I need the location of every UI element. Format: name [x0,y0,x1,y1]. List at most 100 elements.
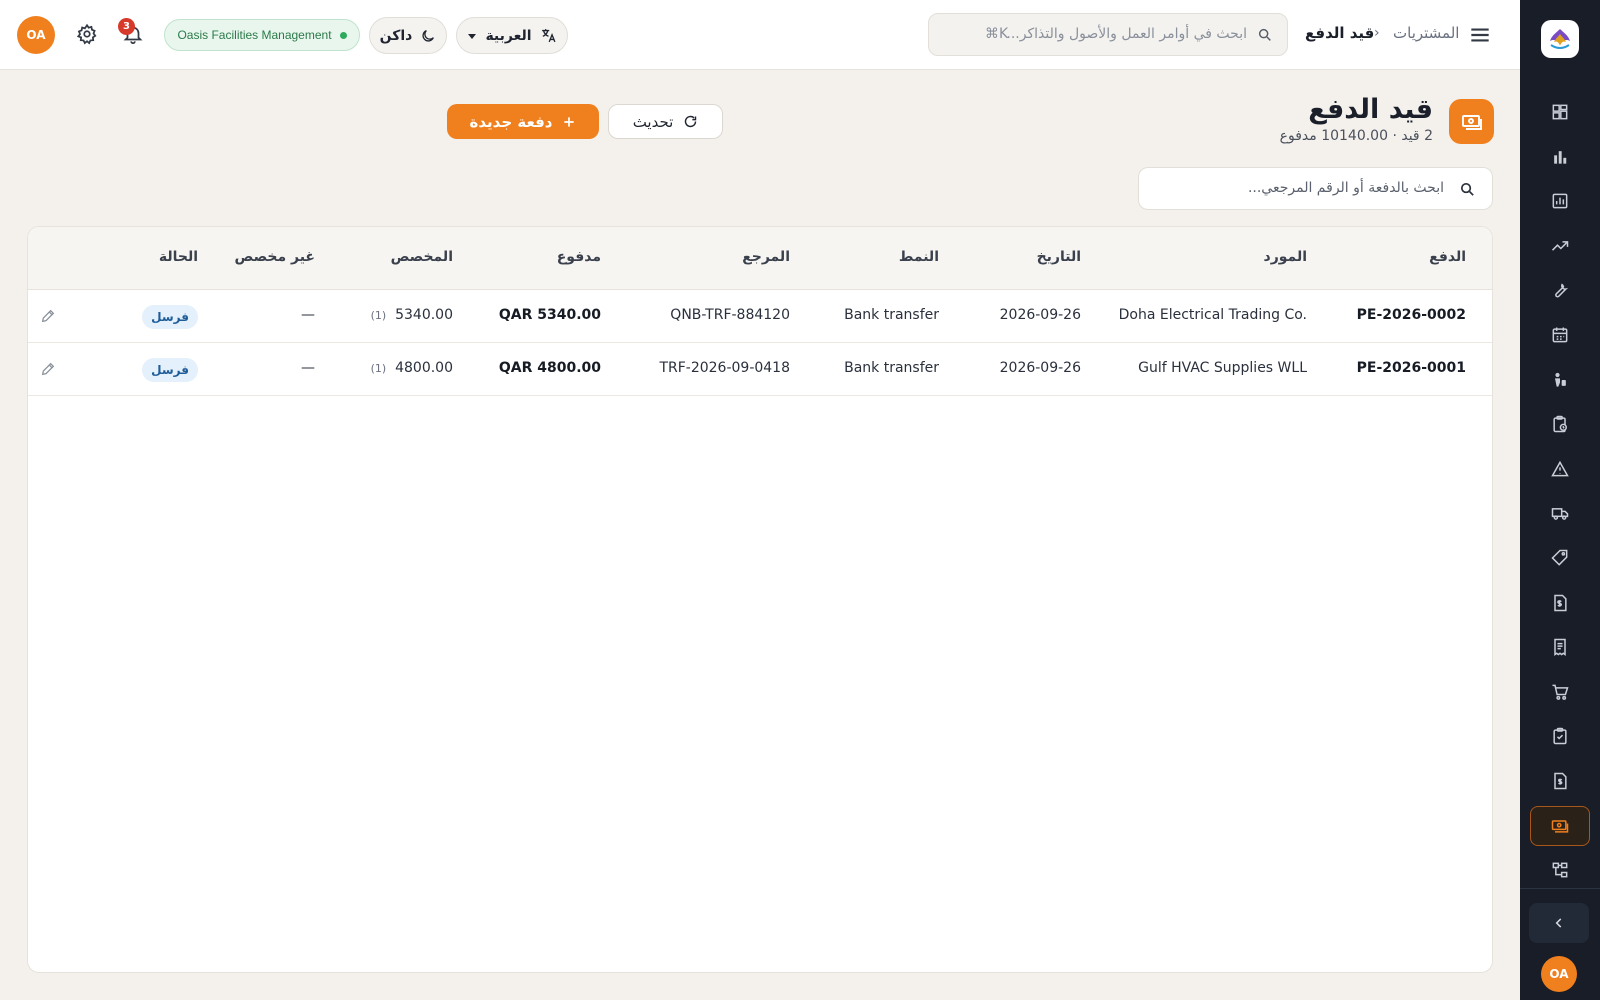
logo-icon [1550,29,1570,49]
invoice-icon [1554,594,1567,611]
flow-icon [1552,862,1568,878]
column-header-unallocated[interactable]: غير مخصص [234,249,315,265]
gear-icon [76,23,97,45]
column-header-status[interactable]: الحالة [159,249,198,265]
menu-button[interactable] [1467,22,1493,48]
breadcrumb-parent[interactable]: المشتريات [1393,24,1459,42]
pencil-icon [41,362,55,376]
allocated-amount: 5340.00 [395,307,453,323]
payments-table: الدفع المورد التاريخ النمط المرجع مدفوع … [27,226,1493,973]
column-header-mode[interactable]: النمط [899,249,939,265]
column-header-paid[interactable]: مدفوع [557,249,601,265]
cell-payment[interactable]: PE-2026-0001 [1357,360,1466,376]
app-logo[interactable] [1541,20,1579,58]
search-icon [1460,182,1474,196]
sidebar-item-workflows[interactable] [1530,850,1590,890]
refresh-label: تحديث [632,112,674,131]
refresh-button[interactable]: تحديث [608,104,723,139]
sidebar-item-payment-entries[interactable] [1530,805,1590,846]
sidebar-item-maintenance[interactable] [1530,270,1590,310]
cell-mode: Bank transfer [844,307,939,323]
sidebar-item-tags[interactable] [1530,538,1590,578]
technician-icon [1555,372,1566,387]
table-row[interactable]: PE-2026-0001 Gulf HVAC Supplies WLL 2026… [28,343,1492,396]
warning-icon [1551,460,1569,477]
column-header-supplier[interactable]: المورد [1264,249,1307,265]
refresh-icon [685,115,697,128]
cell-allocated: (1) 4800.00 [371,360,453,376]
payment-entry-icon [1551,819,1569,833]
cell-unallocated: — [301,360,315,376]
language-label: العربية [485,27,532,44]
column-header-payment[interactable]: الدفع [1429,249,1466,265]
sidebar-item-technicians[interactable] [1530,360,1590,400]
sidebar-nav [1530,92,1590,895]
organization-name: Oasis Facilities Management [177,28,332,42]
sidebar-item-reports[interactable] [1530,181,1590,221]
global-search-placeholder: ابحث في أوامر العمل والأصول والتذاكر... [1006,26,1247,42]
receipt-icon [1554,638,1566,657]
language-selector[interactable]: العربية [456,17,568,54]
allocation-count: (1) [370,309,387,322]
edit-button[interactable] [40,308,56,324]
status-badge: فرسل [142,305,198,329]
cell-supplier: Gulf HVAC Supplies WLL [1138,360,1307,376]
cell-paid: QAR 5340.00 [498,307,601,323]
new-payment-button[interactable]: دفعة جديدة [447,104,599,139]
cell-unallocated: — [301,307,315,323]
org-status-dot [339,31,347,39]
page-title: قيد الدفع [1308,94,1433,125]
cell-date: 2026-09-26 [999,307,1081,323]
edit-button[interactable] [40,361,56,377]
organization-badge[interactable]: Oasis Facilities Management [164,19,360,51]
sidebar-item-invoices[interactable] [1530,583,1590,623]
sidebar-item-calendar[interactable] [1530,315,1590,355]
caret-down-icon [468,33,477,39]
cell-date: 2026-09-26 [999,360,1081,376]
document-dollar-icon [1554,772,1567,790]
breadcrumb-separator-icon: ‹ [1374,25,1380,41]
theme-toggle[interactable]: داكن [369,17,447,54]
tag-icon [1551,549,1568,566]
sidebar-divider [1520,888,1600,889]
plus-icon [564,116,575,127]
allocated-amount: 4800.00 [395,360,453,376]
column-header-allocated[interactable]: المخصص [391,249,453,265]
chevron-left-icon [1555,918,1562,928]
settings-button[interactable] [76,23,98,45]
sidebar: OA [1520,0,1600,1000]
payment-entry-icon [1461,114,1482,130]
sidebar-avatar[interactable]: OA [1541,956,1577,992]
global-search-input[interactable]: ابحث في أوامر العمل والأصول والتذاكر... … [928,13,1288,56]
cell-payment[interactable]: PE-2026-0002 [1357,307,1466,323]
wrench-icon [1555,283,1569,298]
sidebar-collapse-button[interactable] [1529,903,1589,943]
sidebar-item-approvals[interactable] [1530,716,1590,756]
sidebar-item-receipts[interactable] [1530,627,1590,667]
sidebar-item-dashboard[interactable] [1530,92,1590,132]
cell-reference: TRF-2026-09-0418 [659,360,790,376]
notification-count-badge: 3 [118,18,135,35]
sidebar-item-trends[interactable] [1530,226,1590,266]
payment-search-input[interactable]: ابحث بالدفعة أو الرقم المرجعي... [1138,167,1493,210]
payment-search-placeholder: ابحث بالدفعة أو الرقم المرجعي... [1247,180,1444,196]
cart-icon [1552,684,1569,700]
allocation-count: (1) [370,362,387,375]
table-row[interactable]: PE-2026-0002 Doha Electrical Trading Co.… [28,290,1492,343]
sidebar-item-scheduled[interactable] [1530,404,1590,444]
hamburger-icon [1471,28,1489,42]
moon-icon [422,29,435,42]
sidebar-item-bills[interactable] [1530,761,1590,801]
sidebar-item-fleet[interactable] [1530,493,1590,533]
sidebar-item-analytics[interactable] [1530,137,1590,177]
cell-mode: Bank transfer [844,360,939,376]
column-header-reference[interactable]: المرجع [742,249,790,265]
new-payment-label: دفعة جديدة [469,112,553,131]
user-avatar[interactable]: OA [17,16,55,54]
sidebar-item-incidents[interactable] [1530,449,1590,489]
sidebar-item-purchasing[interactable] [1530,672,1590,712]
column-header-date[interactable]: التاريخ [1037,249,1081,265]
translate-icon [541,29,556,43]
truck-icon [1551,508,1569,521]
search-shortcut-hint: ⌘K [985,26,1009,42]
